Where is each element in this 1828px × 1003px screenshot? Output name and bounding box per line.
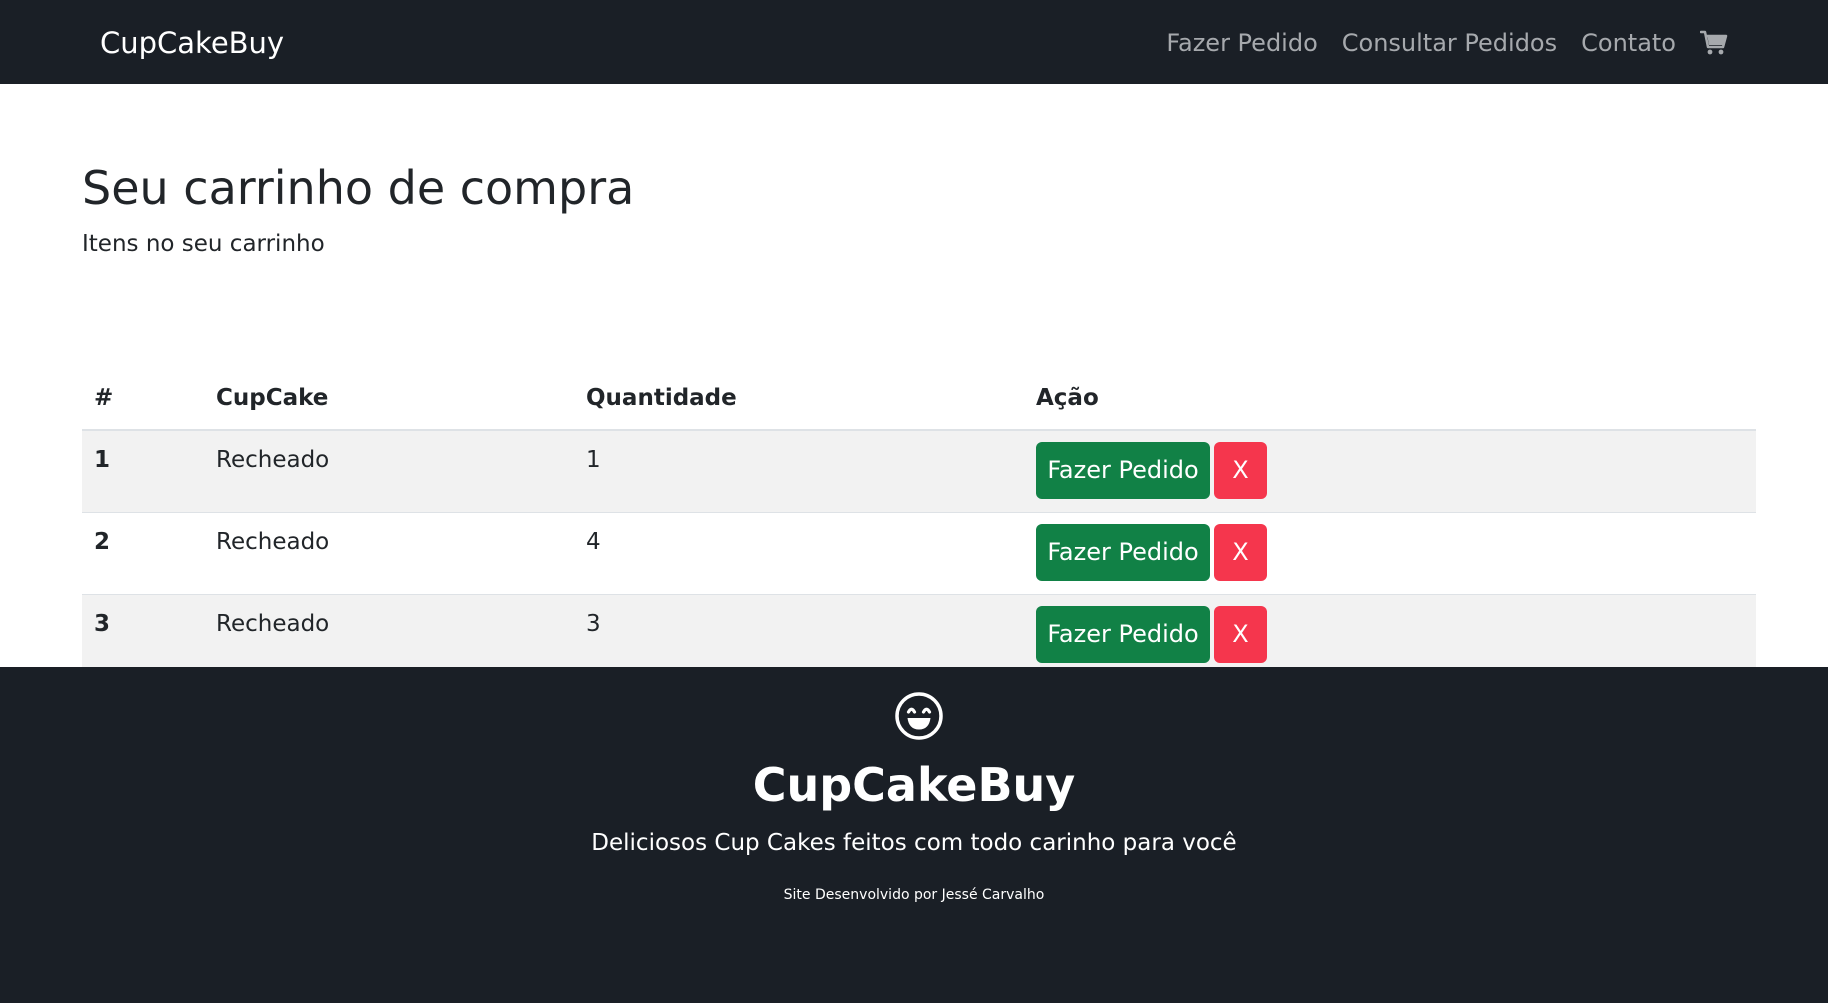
- row-index: 3: [82, 594, 204, 677]
- brand-link[interactable]: CupCakeBuy: [100, 24, 284, 62]
- nav-link-contato[interactable]: Contato: [1581, 24, 1676, 62]
- table-row: 3 Recheado 3 Fazer Pedido X: [82, 594, 1756, 677]
- row-cupcake: Recheado: [204, 512, 574, 595]
- remove-item-button[interactable]: X: [1214, 605, 1267, 663]
- row-actions: Fazer Pedido X: [1024, 594, 1756, 677]
- nav-link-consultar-pedidos[interactable]: Consultar Pedidos: [1342, 24, 1557, 62]
- row-cupcake: Recheado: [204, 430, 574, 513]
- place-order-button[interactable]: Fazer Pedido: [1036, 605, 1210, 663]
- row-index: 1: [82, 430, 204, 513]
- cart-table: # CupCake Quantidade Ação 1 Recheado 1 F…: [82, 366, 1756, 677]
- header-action: Ação: [1024, 366, 1756, 431]
- nav-links: Fazer Pedido Consultar Pedidos Contato: [1142, 24, 1728, 62]
- remove-item-button[interactable]: X: [1214, 442, 1267, 499]
- footer-brand: CupCakeBuy: [752, 758, 1076, 812]
- page-title: Seu carrinho de compra: [82, 161, 635, 215]
- place-order-button[interactable]: Fazer Pedido: [1036, 523, 1210, 581]
- header-index: #: [82, 366, 204, 431]
- table-row: 2 Recheado 4 Fazer Pedido X: [82, 512, 1756, 595]
- row-cupcake: Recheado: [204, 594, 574, 677]
- page-subtitle: Itens no seu carrinho: [82, 231, 325, 257]
- table-row: 1 Recheado 1 Fazer Pedido X: [82, 430, 1756, 513]
- header-cupcake: CupCake: [204, 366, 574, 431]
- footer: CupCakeBuy Deliciosos Cup Cakes feitos c…: [0, 667, 1828, 1003]
- header-quantity: Quantidade: [574, 366, 1024, 431]
- nav-link-fazer-pedido[interactable]: Fazer Pedido: [1166, 24, 1317, 62]
- row-actions: Fazer Pedido X: [1024, 430, 1756, 513]
- row-actions: Fazer Pedido X: [1024, 512, 1756, 595]
- row-quantity: 3: [574, 594, 1024, 677]
- row-index: 2: [82, 512, 204, 595]
- row-quantity: 1: [574, 430, 1024, 513]
- place-order-button[interactable]: Fazer Pedido: [1036, 442, 1210, 499]
- shopping-cart-icon[interactable]: [1699, 29, 1728, 57]
- footer-credit: Site Desenvolvido por Jessé Carvalho: [783, 887, 1045, 903]
- smile-icon: [894, 691, 944, 741]
- remove-item-button[interactable]: X: [1214, 523, 1267, 581]
- row-quantity: 4: [574, 512, 1024, 595]
- table-header-row: # CupCake Quantidade Ação: [82, 366, 1756, 431]
- navbar: CupCakeBuy Fazer Pedido Consultar Pedido…: [0, 0, 1828, 84]
- footer-tagline: Deliciosos Cup Cakes feitos com todo car…: [591, 830, 1237, 856]
